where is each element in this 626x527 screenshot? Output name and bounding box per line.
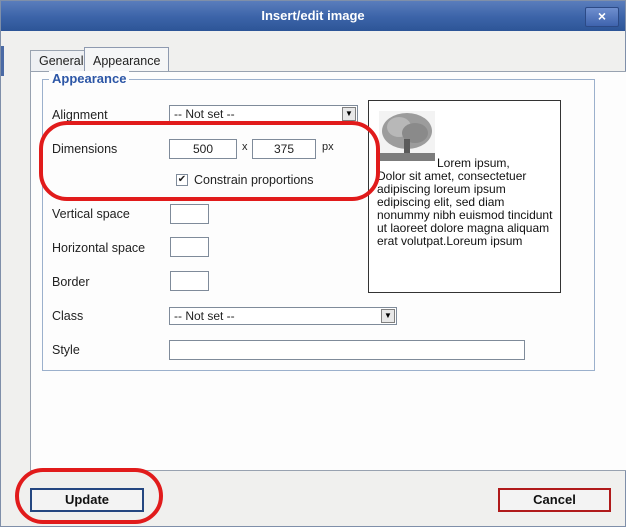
chevron-down-icon[interactable]: ▼: [342, 107, 356, 121]
close-button[interactable]: ×: [585, 7, 619, 27]
appearance-legend: Appearance: [49, 71, 130, 86]
dialog-title-bar[interactable]: Insert/edit image: [1, 1, 625, 31]
border-input[interactable]: [170, 271, 209, 291]
alignment-select-value: -- Not set --: [174, 107, 235, 121]
dimensions-callout: [39, 121, 380, 201]
close-icon: ×: [597, 8, 607, 24]
class-label: Class: [52, 309, 84, 323]
insert-edit-image-dialog: Insert/edit image × General Appearance A…: [0, 0, 626, 527]
tab-general-label: General: [39, 54, 84, 68]
tab-appearance-label: Appearance: [93, 54, 161, 68]
left-edge-accent: [1, 46, 4, 76]
tree-image-icon: [379, 111, 435, 161]
horizontal-space-input[interactable]: [170, 237, 209, 257]
horizontal-space-label: Horizontal space: [52, 241, 146, 255]
vertical-space-label: Vertical space: [52, 207, 130, 221]
border-label: Border: [52, 275, 90, 289]
dialog-title: Insert/edit image: [261, 8, 365, 23]
class-select-value: -- Not set --: [174, 309, 235, 323]
tab-appearance[interactable]: Appearance: [84, 47, 170, 72]
alignment-label: Alignment: [52, 108, 108, 122]
preview-first-line: Lorem ipsum,: [437, 156, 510, 170]
update-callout: [15, 468, 163, 524]
vertical-space-input[interactable]: [170, 204, 209, 224]
cancel-button[interactable]: Cancel: [498, 488, 611, 512]
style-input[interactable]: [169, 340, 525, 360]
preview-text: Dolor sit amet, consectetuer adipiscing …: [377, 169, 553, 248]
image-preview: Lorem ipsum, Dolor sit amet, consectetue…: [368, 100, 561, 293]
style-label: Style: [52, 343, 80, 357]
chevron-down-icon[interactable]: ▼: [381, 309, 395, 323]
class-select[interactable]: -- Not set -- ▼: [169, 307, 397, 325]
